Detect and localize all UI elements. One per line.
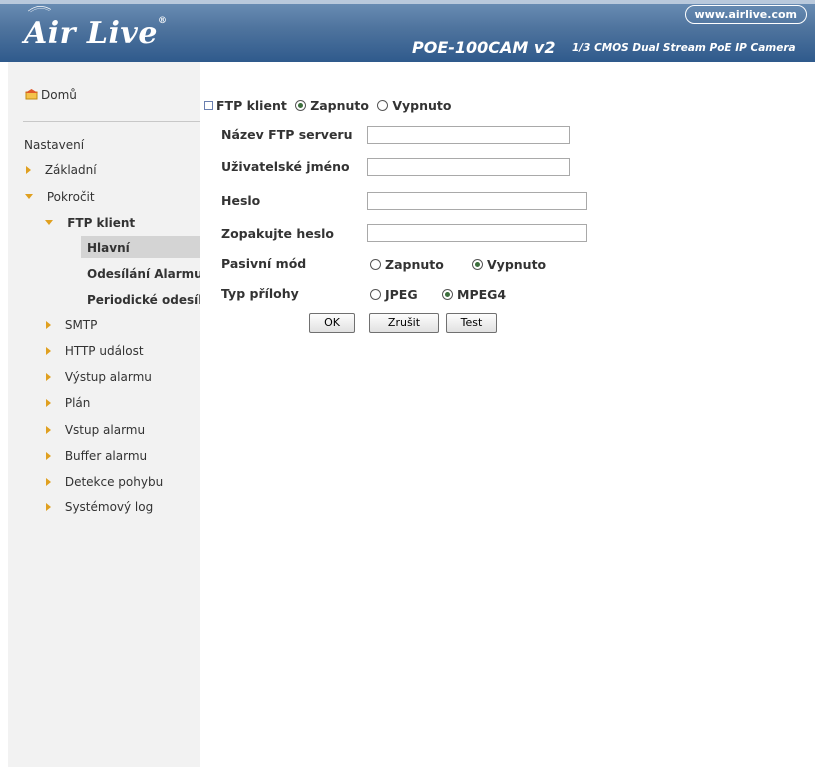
attach-mpeg4-radio[interactable]: MPEG4 bbox=[442, 287, 506, 302]
sidebar-item-label: HTTP událost bbox=[64, 344, 144, 358]
ftp-client-row: FTP klient Zapnuto Vypnuto bbox=[204, 98, 452, 113]
radio-selected-icon bbox=[295, 100, 307, 111]
sidebar-item-periodic-upload[interactable]: Periodické odesílání bbox=[87, 293, 200, 307]
ok-button[interactable]: OK bbox=[309, 313, 355, 333]
radio-empty-icon bbox=[370, 289, 381, 300]
passive-mode-label: Pasivní mód bbox=[221, 256, 307, 271]
header-shine bbox=[0, 0, 815, 4]
home-label: Domů bbox=[41, 88, 77, 102]
sidebar-item-label: Základní bbox=[44, 163, 97, 177]
ftp-off-radio[interactable]: Vypnuto bbox=[377, 98, 452, 113]
ftp-off-label: Vypnuto bbox=[392, 98, 452, 113]
sidebar-item-label: Pokročit bbox=[46, 190, 95, 204]
website-link[interactable]: www.airlive.com bbox=[684, 5, 807, 24]
passive-on-label: Zapnuto bbox=[385, 257, 444, 272]
sidebar-item-label: Systémový log bbox=[64, 500, 154, 514]
password-confirm-input[interactable] bbox=[367, 224, 587, 242]
triangle-right-icon bbox=[46, 321, 51, 329]
radio-empty-icon bbox=[377, 100, 389, 111]
password-confirm-label: Zopakujte heslo bbox=[221, 226, 335, 241]
sidebar-item-label: Detekce pohybu bbox=[64, 475, 164, 489]
triangle-right-icon bbox=[46, 373, 51, 381]
test-button[interactable]: Test bbox=[446, 313, 497, 333]
sidebar-home-link[interactable]: Domů bbox=[25, 88, 77, 102]
triangle-right-icon bbox=[46, 399, 51, 407]
triangle-right-icon bbox=[46, 347, 51, 355]
sidebar-item-system-log[interactable]: Systémový log bbox=[46, 500, 153, 514]
attach-mpeg4-label: MPEG4 bbox=[457, 287, 507, 302]
sidebar-item-alarm-output[interactable]: Výstup alarmu bbox=[46, 370, 152, 384]
sidebar-item-basic[interactable]: Základní bbox=[26, 163, 97, 177]
username-input[interactable] bbox=[367, 158, 570, 176]
sidebar-item-advanced[interactable]: Pokročit bbox=[25, 190, 95, 204]
model-description: 1/3 CMOS Dual Stream PoE IP Camera bbox=[572, 42, 796, 54]
triangle-down-icon bbox=[25, 194, 33, 199]
ftp-client-form: FTP klient Zapnuto Vypnuto Název FTP ser… bbox=[204, 62, 815, 767]
triangle-down-icon bbox=[45, 220, 53, 225]
sidebar-divider bbox=[23, 121, 200, 122]
triangle-right-icon bbox=[46, 503, 51, 511]
attach-jpeg-label: JPEG bbox=[385, 287, 418, 302]
ftp-on-radio[interactable]: Zapnuto bbox=[295, 98, 369, 113]
sidebar-item-ftp-client[interactable]: FTP klient bbox=[45, 216, 135, 230]
header-banner: Air Live® www.airlive.com POE-100CAM v2 … bbox=[0, 0, 815, 62]
sidebar-item-label: FTP klient bbox=[67, 216, 136, 230]
password-input[interactable] bbox=[367, 192, 587, 210]
radio-empty-icon bbox=[370, 259, 381, 270]
section-checkbox-icon bbox=[204, 101, 213, 110]
triangle-right-icon bbox=[46, 478, 51, 486]
model-name: POE-100CAM v2 bbox=[412, 38, 556, 57]
ftp-on-label: Zapnuto bbox=[310, 98, 369, 113]
sidebar-item-smtp[interactable]: SMTP bbox=[46, 318, 97, 332]
server-label: Název FTP serveru bbox=[221, 127, 353, 142]
triangle-right-icon bbox=[46, 426, 51, 434]
triangle-right-icon bbox=[26, 166, 31, 174]
sidebar-item-label: Buffer alarmu bbox=[64, 449, 148, 463]
home-icon bbox=[25, 89, 38, 100]
brand-logo[interactable]: Air Live® bbox=[24, 16, 167, 51]
settings-heading: Nastavení bbox=[24, 138, 85, 152]
sidebar-item-label: Plán bbox=[64, 396, 91, 410]
passive-off-radio[interactable]: Vypnuto bbox=[472, 257, 546, 272]
sidebar-item-label: Vstup alarmu bbox=[64, 423, 146, 437]
sidebar: Domů Nastavení Základní Pokročit FTP kli… bbox=[8, 62, 200, 767]
radio-selected-icon bbox=[472, 259, 483, 270]
sidebar-item-alarm-input[interactable]: Vstup alarmu bbox=[46, 423, 145, 437]
username-label: Uživatelské jméno bbox=[221, 159, 350, 174]
server-input[interactable] bbox=[367, 126, 570, 144]
sidebar-item-main[interactable]: Hlavní bbox=[87, 241, 130, 255]
sidebar-item-schedule[interactable]: Plán bbox=[46, 396, 90, 410]
section-title: FTP klient bbox=[216, 98, 287, 113]
passive-off-label: Vypnuto bbox=[487, 257, 547, 272]
sidebar-item-label: SMTP bbox=[64, 318, 98, 332]
password-label: Heslo bbox=[221, 193, 261, 208]
triangle-right-icon bbox=[46, 452, 51, 460]
cancel-button[interactable]: Zrušit bbox=[369, 313, 439, 333]
passive-on-radio[interactable]: Zapnuto bbox=[370, 257, 444, 272]
radio-selected-icon bbox=[442, 289, 453, 300]
attach-jpeg-radio[interactable]: JPEG bbox=[370, 287, 418, 302]
sidebar-item-label: Výstup alarmu bbox=[64, 370, 152, 384]
sidebar-item-motion-detection[interactable]: Detekce pohybu bbox=[46, 475, 163, 489]
sidebar-item-http-event[interactable]: HTTP událost bbox=[46, 344, 144, 358]
sidebar-item-alarm-upload[interactable]: Odesílání Alarmu bbox=[87, 267, 200, 281]
attachment-type-label: Typ přílohy bbox=[221, 286, 299, 301]
sidebar-item-alarm-buffer[interactable]: Buffer alarmu bbox=[46, 449, 147, 463]
